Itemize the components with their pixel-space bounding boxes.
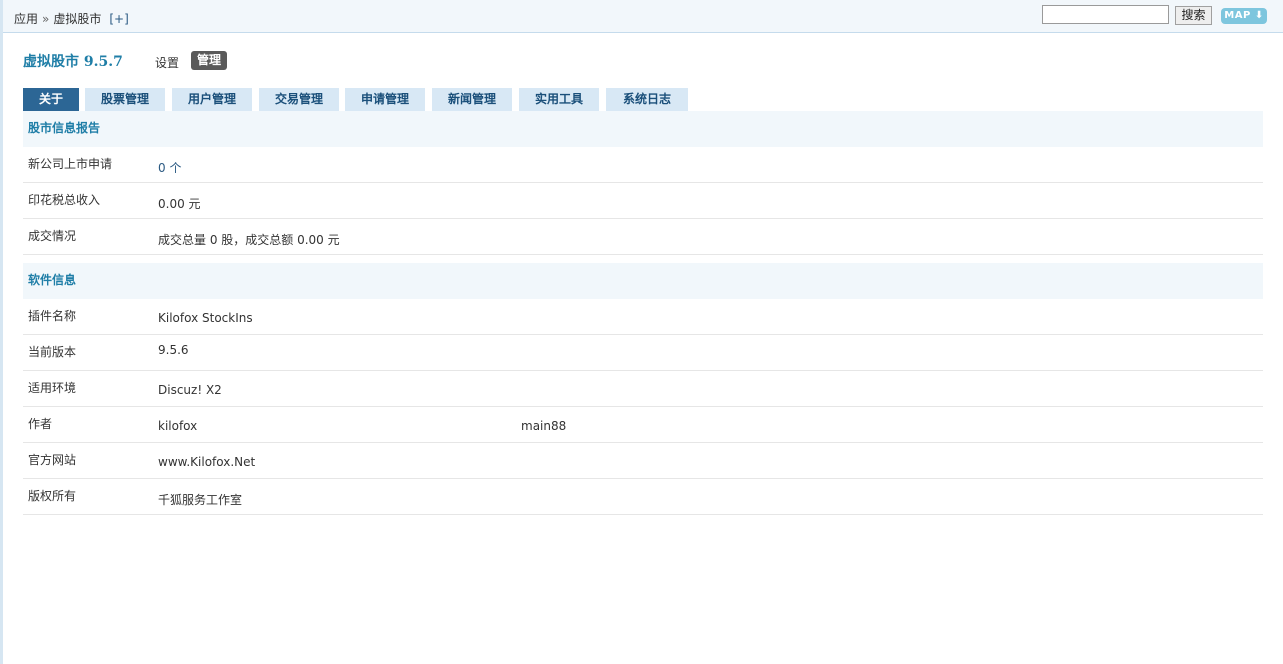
table-row: 印花税总收入 0.00 元 [23, 183, 1263, 219]
row-value: 千狐服务工作室 [158, 493, 243, 507]
table-row: 适用环境 Discuz! X2 [23, 371, 1263, 407]
row-value: kilofox [158, 419, 198, 433]
main-content: 股市信息报告 新公司上市申请 0 个 印花税总收入 0.00 元 成交情况 成交… [23, 111, 1263, 515]
row-label: 成交情况 [28, 229, 77, 243]
table-row: 成交情况 成交总量 0 股，成交总额 0.00 元 [23, 219, 1263, 255]
page-title: 虚拟股市 9.5.7 [23, 54, 123, 70]
section-heading-software-info: 软件信息 [23, 263, 1263, 299]
row-value-secondary: main88 [521, 419, 567, 433]
left-frame-edge [0, 0, 3, 664]
tab-application-management[interactable]: 申请管理 [345, 88, 425, 111]
manage-button[interactable]: 管理 [191, 51, 228, 70]
row-label: 作者 [28, 417, 53, 431]
tab-trade-management[interactable]: 交易管理 [259, 88, 339, 111]
map-button[interactable]: MAP ⬇ [1221, 8, 1267, 24]
map-button-label: MAP [1224, 10, 1251, 21]
table-row: 插件名称 Kilofox StockIns [23, 299, 1263, 335]
arrow-down-icon: ⬇ [1254, 10, 1264, 21]
row-label: 版权所有 [28, 489, 77, 503]
table-row: 当前版本 9.5.6 [23, 335, 1263, 371]
table-row: 作者 kilofox main88 [23, 407, 1263, 443]
tab-utilities[interactable]: 实用工具 [519, 88, 599, 111]
breadcrumb-current: 虚拟股市 [53, 12, 102, 26]
row-value: 0.00 元 [158, 197, 201, 211]
row-label: 插件名称 [28, 309, 77, 323]
add-shortcut-link[interactable]: [+] [109, 12, 128, 26]
row-label: 新公司上市申请 [28, 157, 113, 171]
search-button[interactable]: 搜索 [1175, 6, 1212, 25]
tab-about[interactable]: 关于 [23, 88, 79, 111]
breadcrumb-root[interactable]: 应用 [14, 12, 38, 26]
row-value: Kilofox StockIns [158, 311, 253, 325]
official-website-link[interactable]: www.Kilofox.Net [158, 455, 255, 469]
row-value: 9.5.6 [158, 343, 189, 357]
section-heading-market-report: 股市信息报告 [23, 111, 1263, 147]
breadcrumb: 应用 » 虚拟股市 [+] [14, 10, 129, 27]
top-bar: 应用 » 虚拟股市 [+] 搜索 MAP ⬇ [3, 0, 1283, 33]
row-label: 当前版本 [28, 345, 77, 359]
row-value: Discuz! X2 [158, 383, 222, 397]
tab-user-management[interactable]: 用户管理 [172, 88, 252, 111]
table-row: 版权所有 千狐服务工作室 [23, 479, 1263, 515]
row-label: 适用环境 [28, 381, 77, 395]
new-listing-count-link[interactable]: 0 个 [158, 159, 181, 176]
settings-link[interactable]: 设置 [155, 54, 179, 71]
tab-news-management[interactable]: 新闻管理 [432, 88, 512, 111]
table-row: 官方网站 www.Kilofox.Net [23, 443, 1263, 479]
breadcrumb-separator: » [42, 12, 50, 26]
row-label: 官方网站 [28, 453, 77, 467]
tab-system-log[interactable]: 系统日志 [606, 88, 688, 111]
table-row: 新公司上市申请 0 个 [23, 147, 1263, 183]
row-label: 印花税总收入 [28, 193, 101, 207]
search-input[interactable] [1042, 5, 1169, 24]
tab-stock-management[interactable]: 股票管理 [85, 88, 165, 111]
row-value: 成交总量 0 股，成交总额 0.00 元 [158, 233, 340, 247]
